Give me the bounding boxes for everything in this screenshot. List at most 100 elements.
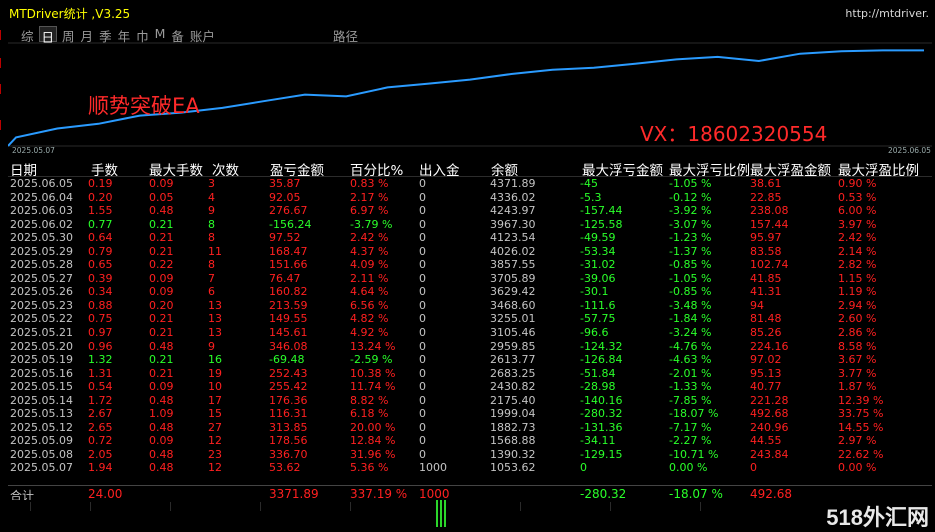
total-max-float-loss: -280.32	[580, 487, 627, 501]
cell-deposit: 0	[419, 393, 426, 407]
cell-deposit: 0	[419, 434, 426, 448]
table-row[interactable]: 2025.05.14 1.72 0.48 17 176.36 8.82 % 0 2175.40…	[8, 394, 932, 408]
tab-monthly[interactable]: 月	[80, 26, 95, 44]
cell-deposit: 0	[419, 177, 426, 190]
table-row[interactable]: 2025.05.08 2.05 0.48 23 336.70 31.96 % 0 1390.3…	[8, 448, 932, 462]
title-bar: MTDriver统计 ,V3.25 http://mtdriver.	[0, 0, 935, 22]
cell-pnl: 346.08	[269, 339, 308, 353]
cell-deposit: 0	[419, 353, 426, 367]
cell-max-lots: 0.48	[149, 461, 174, 475]
cell-balance: 3857.55	[490, 258, 536, 272]
cell-count: 9	[208, 339, 215, 353]
cell-pnl: 178.56	[269, 434, 308, 448]
cell-max-float-loss-pct: -0.85 %	[669, 258, 712, 272]
table-row[interactable]: 2025.05.28 0.65 0.22 8 151.66 4.09 % 0 3857.55 -…	[8, 258, 932, 272]
cell-date: 2025.05.23	[10, 298, 73, 312]
total-lots: 24.00	[88, 487, 123, 501]
cell-max-float-loss: -30.1	[580, 285, 609, 299]
tab-quarterly[interactable]: 季	[98, 26, 113, 44]
table-row[interactable]: 2025.05.23 0.88 0.20 13 213.59 6.56 % 0 3468.60…	[8, 299, 932, 313]
cell-date: 2025.05.26	[10, 285, 73, 299]
cell-percent: 2.11 %	[350, 271, 389, 285]
cell-max-float-profit-pct: 3.97 %	[838, 217, 877, 231]
cell-max-float-loss-pct: -10.71 %	[669, 447, 719, 461]
cell-count: 13	[208, 326, 222, 340]
cell-deposit: 0	[419, 312, 426, 326]
table-row[interactable]: 2025.05.22 0.75 0.21 13 149.55 4.82 % 0 3255.01…	[8, 312, 932, 326]
cell-date: 2025.05.16	[10, 366, 73, 380]
bg-candle	[440, 500, 442, 527]
cell-balance: 3255.01	[490, 312, 536, 326]
table-row[interactable]: 2025.05.12 2.65 0.48 27 313.85 20.00 % 0 1882.7…	[8, 421, 932, 435]
cell-pnl: 255.42	[269, 380, 308, 394]
cell-balance: 3629.42	[490, 285, 536, 299]
cell-date: 2025.05.08	[10, 447, 73, 461]
contact-label: VX：18602320554	[640, 122, 828, 146]
cell-max-float-profit-pct: 33.75 %	[838, 407, 884, 421]
cell-deposit: 1000	[419, 461, 447, 475]
tab-notes[interactable]: 备	[170, 26, 185, 44]
tab-daily[interactable]: 日	[38, 26, 58, 45]
cell-max-float-loss-pct: -1.23 %	[669, 231, 712, 245]
window-url[interactable]: http://mtdriver.	[845, 7, 929, 20]
table-row[interactable]: 2025.06.05 0.19 0.09 3 35.87 0.83 % 0 4371.89 -4…	[8, 177, 932, 191]
cell-max-lots: 0.48	[149, 204, 174, 218]
table-row[interactable]: 2025.05.15 0.54 0.09 10 255.42 11.74 % 0 2430.8…	[8, 380, 932, 394]
tab-weekly[interactable]: 周	[61, 26, 76, 44]
bg-tick	[90, 502, 91, 511]
table-row[interactable]: 2025.06.02 0.77 0.21 8 -156.24 -3.79 % 0 3967.3…	[8, 218, 932, 232]
cell-balance: 1882.73	[490, 420, 536, 434]
cell-pnl: 213.59	[269, 298, 308, 312]
cell-percent: 6.97 %	[350, 204, 389, 218]
cell-max-float-profit-pct: 2.94 %	[838, 298, 877, 312]
cell-lots: 0.77	[88, 217, 113, 231]
cell-deposit: 0	[419, 366, 426, 380]
table-row[interactable]: 2025.05.19 1.32 0.21 16 -69.48 -2.59 % 0 2613.7…	[8, 353, 932, 367]
tab-path[interactable]: 路径	[332, 26, 359, 44]
table-row[interactable]: 2025.06.04 0.20 0.05 4 92.05 2.17 % 0 4336.02 -5…	[8, 191, 932, 205]
cell-date: 2025.05.28	[10, 258, 73, 272]
table-row[interactable]: 2025.05.16 1.31 0.21 19 252.43 10.38 % 0 2683.2…	[8, 367, 932, 381]
table-row[interactable]: 2025.05.26 0.34 0.09 6 160.82 4.64 % 0 3629.42 -…	[8, 285, 932, 299]
cell-percent: 4.09 %	[350, 258, 389, 272]
cell-max-float-loss-pct: -1.37 %	[669, 244, 712, 258]
cell-max-float-loss-pct: -18.07 %	[669, 407, 719, 421]
strip-mark	[0, 84, 5, 94]
bg-tick	[700, 502, 701, 511]
tab-symbol[interactable]: 巾	[135, 26, 150, 44]
total-max-float-profit: 492.68	[750, 487, 792, 501]
cell-lots: 0.39	[88, 271, 113, 285]
tab-account[interactable]: 账户	[189, 26, 216, 44]
cell-max-float-profit-pct: 1.19 %	[838, 285, 877, 299]
left-price-strip	[0, 24, 6, 154]
cell-max-float-profit: 221.28	[750, 393, 789, 407]
cell-max-float-profit-pct: 2.60 %	[838, 312, 877, 326]
table-row[interactable]: 2025.06.03 1.55 0.48 9 276.67 6.97 % 0 4243.97 -…	[8, 204, 932, 218]
cell-max-float-profit-pct: 2.42 %	[838, 231, 877, 245]
table-row[interactable]: 2025.05.09 0.72 0.09 12 178.56 12.84 % 0 1568.8…	[8, 434, 932, 448]
cell-balance: 3105.46	[490, 326, 536, 340]
tab-summary[interactable]: 综	[20, 26, 35, 44]
total-percent: 337.19 %	[350, 487, 408, 501]
cell-pnl: 92.05	[269, 190, 301, 204]
tab-yearly[interactable]: 年	[117, 26, 132, 44]
cell-deposit: 0	[419, 231, 426, 245]
cell-count: 16	[208, 353, 222, 367]
table-row[interactable]: 2025.05.27 0.39 0.09 7 76.47 2.11 % 0 3705.89 -3…	[8, 272, 932, 286]
cell-max-float-loss-pct: -7.85 %	[669, 393, 712, 407]
cell-max-float-loss: 0	[580, 461, 587, 475]
tab-magic[interactable]: M	[154, 26, 167, 42]
table-row[interactable]: 2025.05.20 0.96 0.48 9 346.08 13.24 % 0 2959.85…	[8, 340, 932, 354]
cell-count: 6	[208, 285, 215, 299]
cell-max-float-profit: 81.48	[750, 312, 782, 326]
bg-tick	[610, 502, 611, 511]
table-row[interactable]: 2025.05.13 2.67 1.09 15 116.31 6.18 % 0 1999.04…	[8, 407, 932, 421]
cell-date: 2025.05.15	[10, 380, 73, 394]
table-row[interactable]: 2025.05.07 1.94 0.48 12 53.62 5.36 % 1000 1053.…	[8, 461, 932, 475]
cell-percent: 20.00 %	[350, 420, 396, 434]
cell-max-float-loss-pct: 0.00 %	[669, 461, 708, 475]
table-row[interactable]: 2025.05.29 0.79 0.21 11 168.47 4.37 % 0 4026.02…	[8, 245, 932, 259]
cell-count: 7	[208, 271, 215, 285]
table-row[interactable]: 2025.05.30 0.64 0.21 8 97.52 2.42 % 0 4123.54 -4…	[8, 231, 932, 245]
table-row[interactable]: 2025.05.21 0.97 0.21 13 145.61 4.92 % 0 3105.46…	[8, 326, 932, 340]
